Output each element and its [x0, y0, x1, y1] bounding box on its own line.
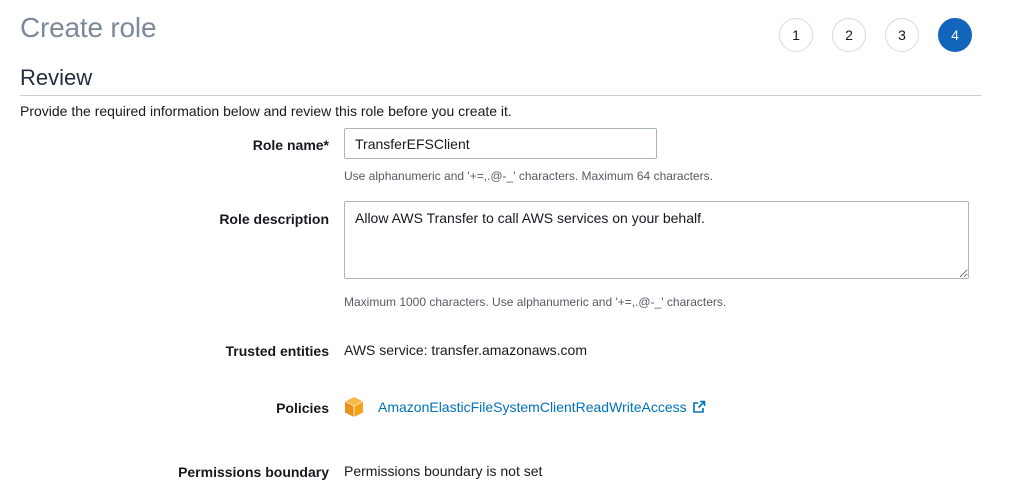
permissions-boundary-label: Permissions boundary: [178, 464, 329, 480]
role-name-label: Role name*: [252, 137, 329, 153]
role-description-hint: Maximum 1000 characters. Use alphanumeri…: [344, 295, 727, 309]
policy-item: AmazonElasticFileSystemClientReadWriteAc…: [344, 396, 706, 418]
role-name-hint: Use alphanumeric and '+=,.@-_' character…: [344, 169, 713, 183]
policies-label: Policies: [276, 400, 329, 416]
external-link-icon[interactable]: [692, 400, 706, 414]
section-divider: [20, 95, 981, 96]
policy-box-icon: [344, 397, 364, 417]
review-heading: Review: [20, 65, 93, 90]
create-role-page: Create role 1 2 3 4 Review Provide the r…: [0, 0, 1025, 486]
trusted-entities-label: Trusted entities: [225, 343, 329, 359]
wizard-steps: 1 2 3 4: [779, 18, 991, 52]
step-2-button[interactable]: 2: [832, 18, 866, 52]
step-1-button[interactable]: 1: [779, 18, 813, 52]
permissions-boundary-value: Permissions boundary is not set: [344, 463, 543, 479]
policy-link[interactable]: AmazonElasticFileSystemClientReadWriteAc…: [378, 399, 687, 415]
trusted-entities-value: AWS service: transfer.amazonaws.com: [344, 342, 588, 358]
role-name-input[interactable]: [344, 128, 657, 159]
role-description-textarea[interactable]: Allow AWS Transfer to call AWS services …: [344, 201, 969, 279]
role-description-label: Role description: [219, 211, 329, 227]
review-intro-text: Provide the required information below a…: [20, 103, 512, 119]
page-title: Create role: [20, 12, 157, 43]
step-4-button[interactable]: 4: [938, 18, 972, 52]
step-3-button[interactable]: 3: [885, 18, 919, 52]
